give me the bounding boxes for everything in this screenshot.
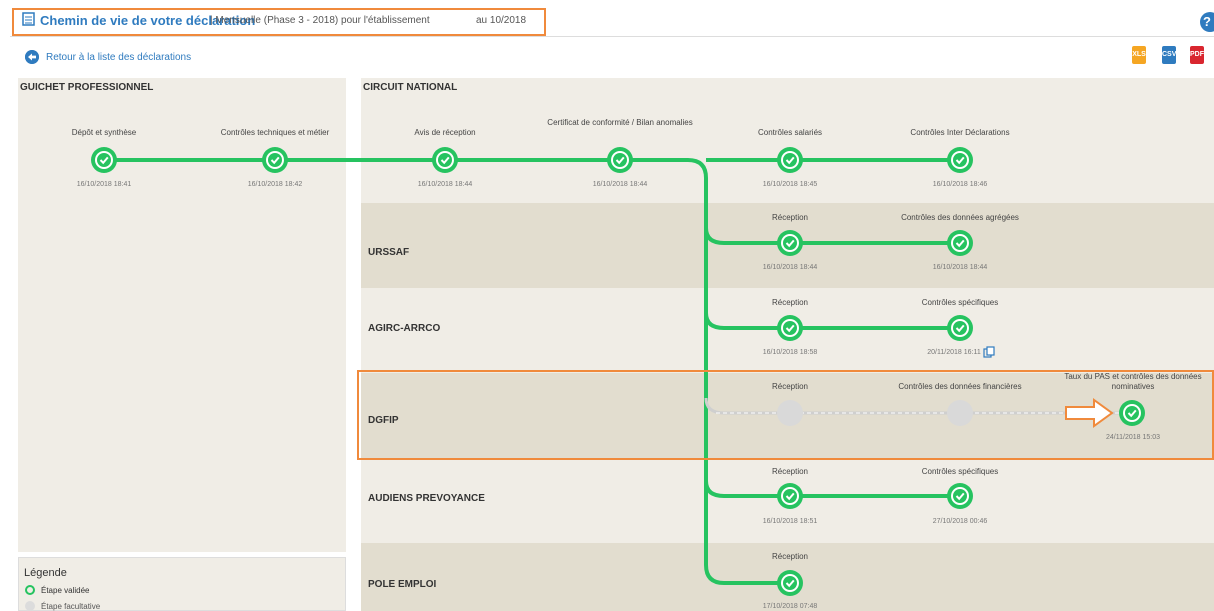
legend-optional: Étape facultative [41, 602, 101, 611]
step-label: Réception [771, 467, 809, 476]
step-date: 16/10/2018 18:51 [762, 518, 818, 525]
validated-step-icon[interactable] [777, 147, 803, 173]
validated-step-icon[interactable] [777, 570, 803, 596]
copy-icon[interactable] [983, 346, 995, 358]
step-date: 16/10/2018 18:46 [932, 181, 988, 188]
step-label: Contrôles spécifiques [921, 467, 999, 476]
step-label: Réception [771, 552, 809, 561]
step-date: 20/11/2018 16:11 [927, 349, 981, 356]
step-date: 17/10/2018 07:48 [762, 603, 818, 610]
step-label: Contrôles Inter Déclarations [910, 128, 1010, 137]
validated-step-icon[interactable] [777, 230, 803, 256]
step-date: 16/10/2018 18:45 [762, 181, 818, 188]
validated-step-icon[interactable] [91, 147, 117, 173]
validated-step-icon[interactable] [607, 147, 633, 173]
step-label: Contrôles techniques et métier [220, 128, 330, 137]
step-label: Contrôles des données agrégées [901, 213, 1019, 222]
validated-step-icon[interactable] [947, 147, 973, 173]
step-date: 16/10/2018 18:42 [247, 181, 303, 188]
step-date: 16/10/2018 18:41 [76, 181, 132, 188]
step-date: 16/10/2018 18:44 [417, 181, 473, 188]
validated-step-icon [25, 585, 35, 595]
validated-step-icon[interactable] [947, 483, 973, 509]
validated-step-icon[interactable] [262, 147, 288, 173]
step-date: 16/10/2018 18:44 [932, 264, 988, 271]
step-label: Certificat de conformité / Bilan anomali… [547, 118, 693, 127]
step-date: 16/10/2018 18:44 [762, 264, 818, 271]
validated-step-icon[interactable] [777, 315, 803, 341]
validated-step-icon[interactable] [777, 483, 803, 509]
validated-step-icon[interactable] [947, 315, 973, 341]
dgfip-highlight-frame [357, 370, 1214, 460]
step-label: Réception [771, 213, 809, 222]
step-label: Contrôles spécifiques [921, 298, 999, 307]
legend-validated: Étape validée [41, 586, 90, 595]
step-date: 27/10/2018 00:46 [932, 518, 988, 525]
step-date: 16/10/2018 18:58 [762, 349, 818, 356]
step-label: Avis de réception [414, 128, 476, 137]
step-label: Contrôles salariés [757, 128, 823, 137]
optional-step-icon [25, 601, 35, 611]
validated-step-icon[interactable] [432, 147, 458, 173]
step-date: 16/10/2018 18:44 [592, 181, 648, 188]
step-label: Dépôt et synthèse [71, 128, 137, 137]
legend-title: Légende [24, 567, 67, 579]
step-label: Réception [771, 298, 809, 307]
validated-step-icon[interactable] [947, 230, 973, 256]
